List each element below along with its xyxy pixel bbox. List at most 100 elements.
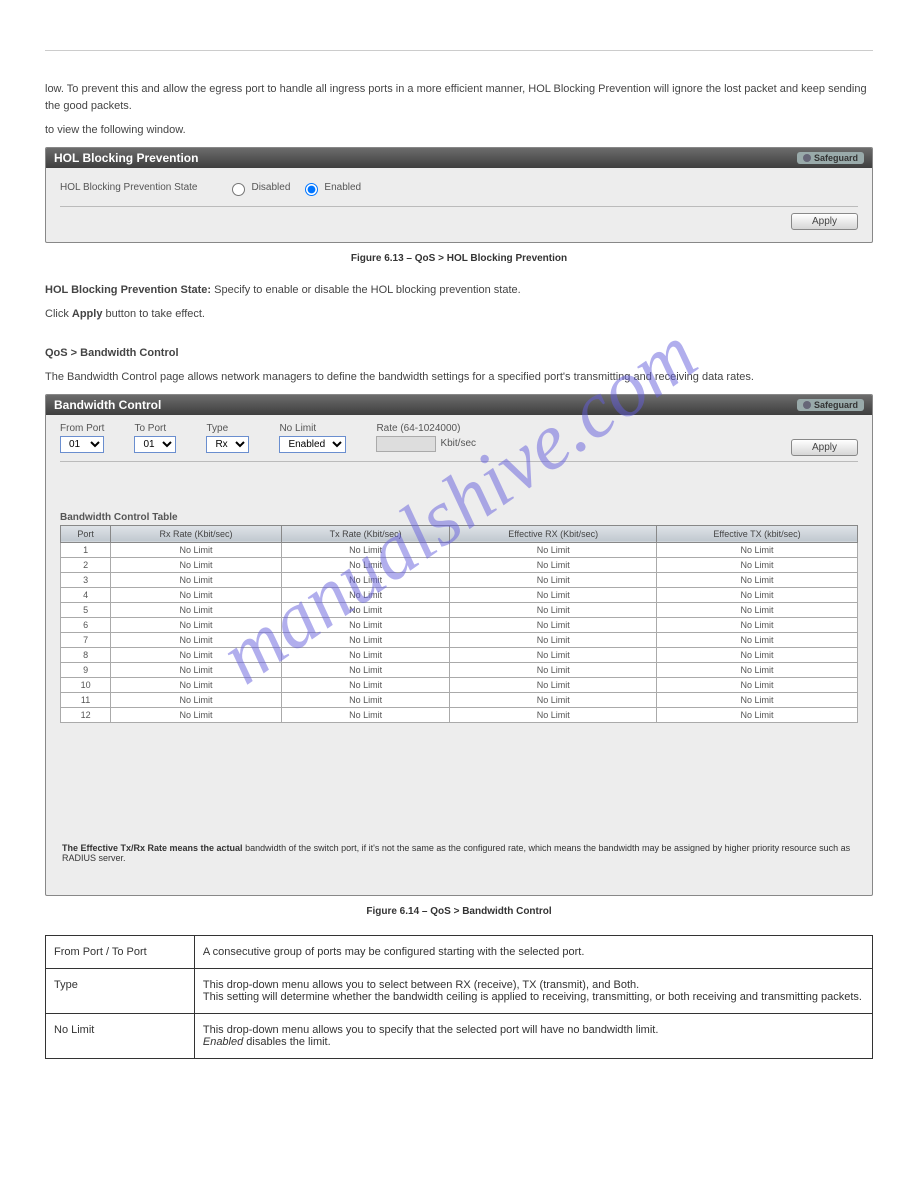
bw-cell: No Limit bbox=[281, 572, 450, 587]
hol-enabled-label: Enabled bbox=[324, 182, 361, 193]
bw-cell: 4 bbox=[61, 587, 111, 602]
hol-apply-button[interactable]: Apply bbox=[791, 213, 858, 230]
safeguard-badge: Safeguard bbox=[797, 152, 864, 164]
hol-disabled-input[interactable] bbox=[232, 183, 245, 196]
nolimit-select[interactable]: Enabled bbox=[279, 436, 346, 453]
hol-title: HOL Blocking Prevention bbox=[54, 151, 198, 165]
figure-1-caption: Figure 6.13 – QoS > HOL Blocking Prevent… bbox=[45, 253, 873, 264]
bw-cell: 12 bbox=[61, 707, 111, 722]
bw-cell: No Limit bbox=[657, 707, 858, 722]
rate-input[interactable] bbox=[376, 436, 436, 452]
bw-cell: No Limit bbox=[657, 587, 858, 602]
bw-footer-bold: The Effective Tx/Rx Rate means the actua… bbox=[62, 843, 245, 853]
bw-cell: No Limit bbox=[657, 692, 858, 707]
bw-cell: No Limit bbox=[111, 587, 282, 602]
param-nolimit-label: No Limit bbox=[46, 1013, 195, 1058]
bw-cell: 11 bbox=[61, 692, 111, 707]
bw-table-header: Effective TX (kbit/sec) bbox=[657, 525, 858, 542]
bw-cell: No Limit bbox=[657, 572, 858, 587]
bw-panel-header: Bandwidth Control Safeguard bbox=[46, 395, 872, 415]
from-port-select[interactable]: 01 bbox=[60, 436, 104, 453]
table-row: 2No LimitNo LimitNo LimitNo Limit bbox=[61, 557, 858, 572]
bw-cell: No Limit bbox=[450, 632, 657, 647]
bw-cell: No Limit bbox=[281, 617, 450, 632]
hol-enabled-radio[interactable]: Enabled bbox=[300, 180, 361, 196]
bw-cell: No Limit bbox=[657, 647, 858, 662]
bw-table-header: Rx Rate (Kbit/sec) bbox=[111, 525, 282, 542]
table-row: 11No LimitNo LimitNo LimitNo Limit bbox=[61, 692, 858, 707]
bw-cell: No Limit bbox=[450, 692, 657, 707]
table-row: 9No LimitNo LimitNo LimitNo Limit bbox=[61, 662, 858, 677]
bw-safeguard-label: Safeguard bbox=[814, 400, 858, 410]
type-select[interactable]: Rx bbox=[206, 436, 249, 453]
hol-panel-header: HOL Blocking Prevention Safeguard bbox=[46, 148, 872, 168]
table-row: 12No LimitNo LimitNo LimitNo Limit bbox=[61, 707, 858, 722]
to-port-select[interactable]: 01 bbox=[134, 436, 176, 453]
nolimit-label: No Limit bbox=[279, 423, 346, 434]
bw-cell: No Limit bbox=[111, 632, 282, 647]
bw-cell: No Limit bbox=[450, 572, 657, 587]
hol-enabled-input[interactable] bbox=[305, 183, 318, 196]
param-type-label: Type bbox=[46, 968, 195, 1013]
bw-cell: No Limit bbox=[281, 557, 450, 572]
safeguard-icon bbox=[803, 154, 811, 162]
bw-cell: No Limit bbox=[450, 557, 657, 572]
hol-panel: HOL Blocking Prevention Safeguard HOL Bl… bbox=[45, 147, 873, 243]
bw-cell: No Limit bbox=[450, 662, 657, 677]
bw-panel: Bandwidth Control Safeguard From Port 01… bbox=[45, 394, 873, 896]
param-table: From Port / To Port A consecutive group … bbox=[45, 935, 873, 1059]
bw-cell: No Limit bbox=[281, 542, 450, 557]
param-type-desc1: This drop-down menu allows you to select… bbox=[203, 979, 639, 991]
bw-cell: No Limit bbox=[657, 602, 858, 617]
bw-cell: No Limit bbox=[657, 542, 858, 557]
bw-intro: The Bandwidth Control page allows networ… bbox=[45, 369, 873, 386]
bw-table-header: Port bbox=[61, 525, 111, 542]
bw-cell: No Limit bbox=[111, 602, 282, 617]
table-row: 7No LimitNo LimitNo LimitNo Limit bbox=[61, 632, 858, 647]
safeguard-label: Safeguard bbox=[814, 153, 858, 163]
param-fromto-label: From Port / To Port bbox=[46, 935, 195, 968]
bw-cell: No Limit bbox=[450, 542, 657, 557]
bw-title: Bandwidth Control bbox=[54, 398, 161, 412]
bw-cell: No Limit bbox=[657, 662, 858, 677]
bw-cell: 8 bbox=[61, 647, 111, 662]
table-row: 10No LimitNo LimitNo LimitNo Limit bbox=[61, 677, 858, 692]
hol-disabled-radio[interactable]: Disabled bbox=[227, 180, 290, 196]
bw-cell: 6 bbox=[61, 617, 111, 632]
bw-cell: No Limit bbox=[111, 647, 282, 662]
rate-label: Rate (64-1024000) bbox=[376, 423, 476, 434]
hol-apply-word: Apply bbox=[72, 308, 103, 320]
from-port-label: From Port bbox=[60, 423, 104, 434]
top-divider bbox=[45, 50, 873, 51]
type-label: Type bbox=[206, 423, 249, 434]
bw-cell: No Limit bbox=[111, 692, 282, 707]
bw-cell: No Limit bbox=[450, 677, 657, 692]
param-fromto-desc: A consecutive group of ports may be conf… bbox=[194, 935, 872, 968]
bw-cell: No Limit bbox=[111, 662, 282, 677]
bw-section-heading: QoS > Bandwidth Control bbox=[45, 345, 873, 362]
table-row: 3No LimitNo LimitNo LimitNo Limit bbox=[61, 572, 858, 587]
bw-table-header: Effective RX (Kbit/sec) bbox=[450, 525, 657, 542]
bw-cell: No Limit bbox=[657, 677, 858, 692]
bw-cell: No Limit bbox=[281, 707, 450, 722]
table-row: 8No LimitNo LimitNo LimitNo Limit bbox=[61, 647, 858, 662]
bw-cell: No Limit bbox=[450, 602, 657, 617]
bw-safeguard-icon bbox=[803, 401, 811, 409]
bw-cell: 9 bbox=[61, 662, 111, 677]
kbitsec-label: Kbit/sec bbox=[440, 438, 476, 449]
param-nolimit-desc: This drop-down menu allows you to specif… bbox=[194, 1013, 872, 1058]
bw-cell: No Limit bbox=[111, 707, 282, 722]
intro-paragraph: low. To prevent this and allow the egres… bbox=[45, 81, 873, 114]
hol-desc-bold: HOL Blocking Prevention State: bbox=[45, 284, 211, 296]
bw-cell: No Limit bbox=[281, 677, 450, 692]
bw-cell: No Limit bbox=[281, 692, 450, 707]
bw-cell: 2 bbox=[61, 557, 111, 572]
bw-cell: No Limit bbox=[111, 572, 282, 587]
bw-cell: No Limit bbox=[450, 617, 657, 632]
bw-cell: No Limit bbox=[281, 647, 450, 662]
bw-apply-button[interactable]: Apply bbox=[791, 439, 858, 456]
table-row: 4No LimitNo LimitNo LimitNo Limit bbox=[61, 587, 858, 602]
bw-safeguard-badge: Safeguard bbox=[797, 399, 864, 411]
bw-cell: 3 bbox=[61, 572, 111, 587]
bw-table: PortRx Rate (Kbit/sec)Tx Rate (Kbit/sec)… bbox=[60, 525, 858, 723]
